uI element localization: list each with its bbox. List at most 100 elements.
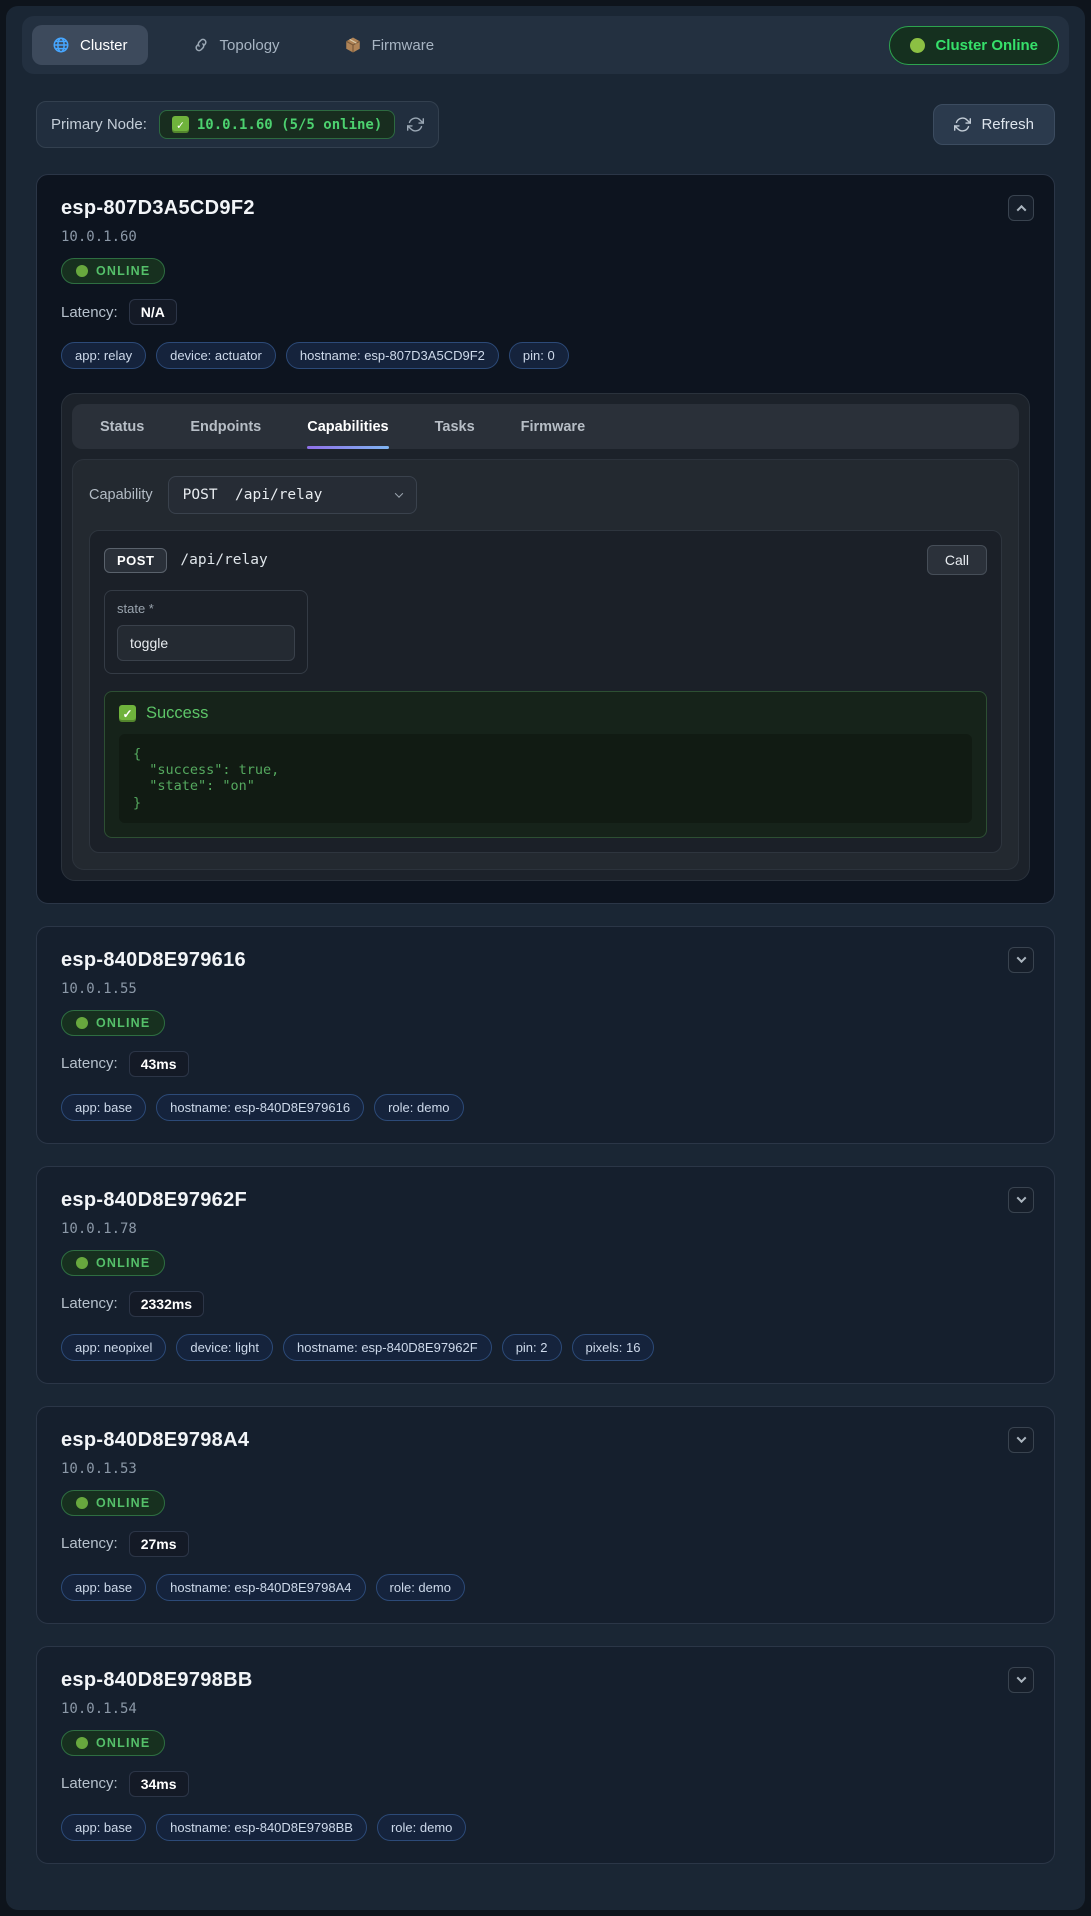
tab-endpoints[interactable]: Endpoints — [190, 404, 261, 449]
latency-value: 34ms — [129, 1771, 189, 1797]
latency-row: Latency: 27ms — [61, 1531, 1030, 1557]
primary-node-value: 10.0.1.60 (5/5 online) — [197, 117, 382, 133]
nav-tab-topology[interactable]: Topology — [172, 25, 300, 65]
node-card-esp-840D8E9798BB: esp-840D8E9798BB 10.0.1.54 ONLINE Latenc… — [36, 1646, 1055, 1864]
expand-button[interactable] — [1008, 1187, 1034, 1213]
tags-row: app: neopixel device: light hostname: es… — [61, 1334, 1030, 1361]
node-name: esp-840D8E979616 — [61, 949, 1030, 972]
latency-value: 43ms — [129, 1051, 189, 1077]
online-badge: ONLINE — [61, 1730, 165, 1756]
node-tag: role: demo — [374, 1094, 463, 1121]
capability-selected-value: POST /api/relay — [183, 487, 323, 503]
tab-tasks[interactable]: Tasks — [435, 404, 475, 449]
response-json: { "success": true, "state": "on" } — [119, 734, 972, 823]
node-tag: app: base — [61, 1094, 146, 1121]
tags-row: app: relay device: actuator hostname: es… — [61, 342, 1030, 369]
chevron-down-icon — [1016, 953, 1026, 963]
node-tag: hostname: esp-807D3A5CD9F2 — [286, 342, 499, 369]
primary-node-pill: Primary Node: ✓ 10.0.1.60 (5/5 online) — [36, 101, 439, 148]
online-label: ONLINE — [96, 1496, 150, 1510]
nav-tab-label: Firmware — [372, 37, 435, 54]
cluster-status-label: Cluster Online — [935, 37, 1038, 54]
tags-row: app: base hostname: esp-840D8E9798BB rol… — [61, 1814, 1030, 1841]
capabilities-panel: Capability POST /api/relay POST /api/rel… — [72, 459, 1019, 870]
node-ip: 10.0.1.53 — [61, 1461, 1030, 1477]
latency-label: Latency: — [61, 1775, 118, 1792]
node-tag: app: relay — [61, 342, 146, 369]
node-ip: 10.0.1.60 — [61, 229, 1030, 245]
detail-tabbar: Status Endpoints Capabilities Tasks Firm… — [72, 404, 1019, 449]
refresh-button[interactable]: Refresh — [933, 104, 1055, 145]
top-nav: Cluster Topology Firmware — [22, 16, 1069, 74]
online-badge: ONLINE — [61, 1010, 165, 1036]
nav-tab-firmware[interactable]: Firmware — [324, 25, 455, 65]
latency-row: Latency: 34ms — [61, 1771, 1030, 1797]
capability-select[interactable]: POST /api/relay — [168, 476, 417, 514]
param-box: state * — [104, 590, 308, 674]
param-label: state * — [117, 601, 295, 616]
refresh-label: Refresh — [981, 116, 1034, 133]
call-button[interactable]: Call — [927, 545, 987, 575]
online-label: ONLINE — [96, 264, 150, 278]
nav-tab-cluster[interactable]: Cluster — [32, 25, 148, 65]
node-name: esp-807D3A5CD9F2 — [61, 197, 1030, 220]
cluster-dashboard: Cluster Topology Firmware — [6, 6, 1085, 1910]
node-tag: app: neopixel — [61, 1334, 166, 1361]
node-tag: hostname: esp-840D8E9798BB — [156, 1814, 367, 1841]
link-icon — [192, 36, 210, 54]
check-icon: ✓ — [172, 116, 189, 133]
response-panel: ✓ Success { "success": true, "state": "o… — [104, 691, 987, 838]
online-dot-icon — [76, 1017, 88, 1029]
cluster-status-badge: Cluster Online — [889, 26, 1059, 65]
node-card-esp-840D8E979616: esp-840D8E979616 10.0.1.55 ONLINE Latenc… — [36, 926, 1055, 1144]
online-label: ONLINE — [96, 1256, 150, 1270]
primary-node-badge: ✓ 10.0.1.60 (5/5 online) — [159, 110, 395, 139]
node-tag: device: actuator — [156, 342, 276, 369]
online-dot-icon — [76, 1737, 88, 1749]
latency-label: Latency: — [61, 1295, 118, 1312]
capability-label: Capability — [89, 487, 153, 503]
online-dot-icon — [76, 1497, 88, 1509]
online-dot-icon — [76, 265, 88, 277]
node-tag: pixels: 16 — [572, 1334, 655, 1361]
node-card-esp-840D8E97962F: esp-840D8E97962F 10.0.1.78 ONLINE Latenc… — [36, 1166, 1055, 1384]
chevron-down-icon — [1016, 1193, 1026, 1203]
latency-value: 2332ms — [129, 1291, 204, 1317]
response-header: ✓ Success — [119, 704, 972, 723]
primary-node-row: Primary Node: ✓ 10.0.1.60 (5/5 online) R… — [36, 101, 1055, 148]
tab-capabilities[interactable]: Capabilities — [307, 404, 388, 449]
expand-button[interactable] — [1008, 947, 1034, 973]
tab-status[interactable]: Status — [100, 404, 144, 449]
latency-label: Latency: — [61, 1535, 118, 1552]
endpoint-header: POST /api/relay Call — [104, 545, 987, 575]
latency-row: Latency: 43ms — [61, 1051, 1030, 1077]
node-tag: hostname: esp-840D8E97962F — [283, 1334, 492, 1361]
node-tag: role: demo — [376, 1574, 465, 1601]
expand-button[interactable] — [1008, 1427, 1034, 1453]
node-tag: device: light — [176, 1334, 273, 1361]
online-badge: ONLINE — [61, 1250, 165, 1276]
online-dot-icon — [76, 1257, 88, 1269]
node-ip: 10.0.1.78 — [61, 1221, 1030, 1237]
online-badge: ONLINE — [61, 1490, 165, 1516]
collapse-button[interactable] — [1008, 195, 1034, 221]
tags-row: app: base hostname: esp-840D8E979616 rol… — [61, 1094, 1030, 1121]
node-name: esp-840D8E9798A4 — [61, 1429, 1030, 1452]
param-state-input[interactable] — [117, 625, 295, 661]
node-card-esp-840D8E9798A4: esp-840D8E9798A4 10.0.1.53 ONLINE Latenc… — [36, 1406, 1055, 1624]
node-tag: pin: 0 — [509, 342, 569, 369]
node-tag: hostname: esp-840D8E979616 — [156, 1094, 364, 1121]
endpoint-panel: POST /api/relay Call state * ✓ Success — [89, 530, 1002, 853]
expand-button[interactable] — [1008, 1667, 1034, 1693]
sync-icon[interactable] — [407, 116, 424, 133]
chevron-up-icon — [1016, 204, 1026, 214]
tab-firmware[interactable]: Firmware — [521, 404, 585, 449]
node-name: esp-840D8E97962F — [61, 1189, 1030, 1212]
online-label: ONLINE — [96, 1016, 150, 1030]
latency-label: Latency: — [61, 304, 118, 321]
globe-icon — [52, 36, 70, 54]
node-card-esp-807D3A5CD9F2: esp-807D3A5CD9F2 10.0.1.60 ONLINE Latenc… — [36, 174, 1055, 904]
capability-select-row: Capability POST /api/relay — [89, 476, 1002, 514]
status-dot — [910, 38, 925, 53]
node-detail-section: Status Endpoints Capabilities Tasks Firm… — [61, 393, 1030, 881]
